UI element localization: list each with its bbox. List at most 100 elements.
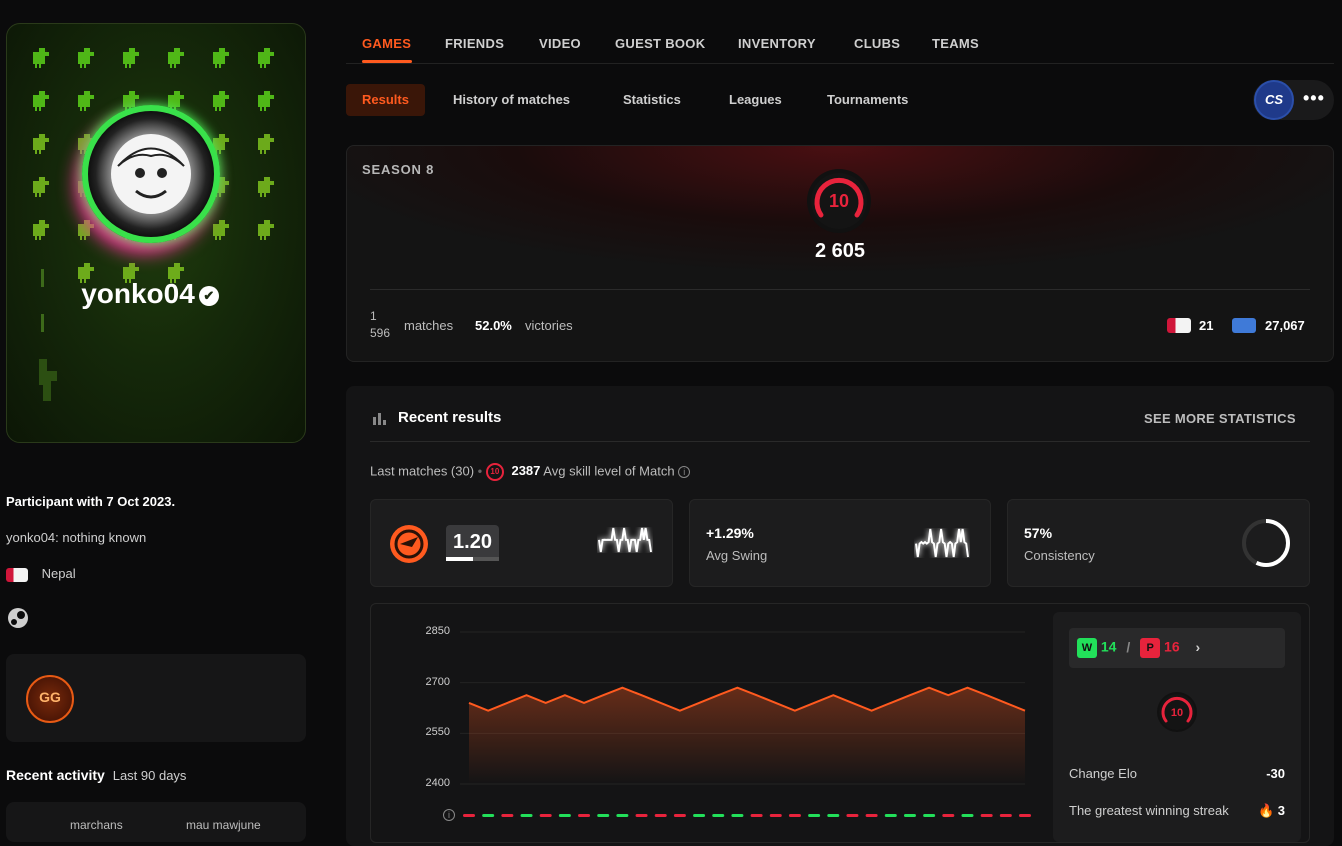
result-win-marker[interactable] [731, 814, 744, 817]
elo-point[interactable] [466, 700, 472, 706]
subtab-history[interactable]: History of matches [437, 84, 586, 116]
result-loss-marker[interactable] [750, 814, 763, 817]
game-logo-text: CS [1264, 92, 1284, 107]
subtab-tournaments[interactable]: Tournaments [811, 84, 924, 116]
subtab-results[interactable]: Results [346, 84, 425, 116]
elo-point[interactable] [1022, 708, 1028, 714]
result-loss-marker[interactable] [463, 814, 475, 817]
elo-point[interactable] [830, 692, 836, 698]
elo-point[interactable] [715, 692, 721, 698]
result-loss-marker[interactable] [578, 814, 591, 817]
elo-point[interactable] [926, 685, 932, 691]
chart-info-icon[interactable]: i [443, 809, 455, 821]
active-tab-indicator [362, 60, 412, 63]
divider [370, 289, 1310, 290]
cs-game-icon[interactable]: CS [1254, 80, 1294, 120]
level-value: 10 [829, 191, 849, 211]
result-win-marker[interactable] [923, 814, 936, 817]
elo-point[interactable] [677, 708, 683, 714]
matches-count: 1 596 [370, 309, 391, 340]
y-tick: 2400 [425, 777, 450, 789]
result-win-marker[interactable] [827, 814, 840, 817]
result-win-marker[interactable] [520, 814, 533, 817]
activity-item[interactable]: marchans [70, 818, 123, 832]
result-loss-marker[interactable] [539, 814, 552, 817]
result-loss-marker[interactable] [865, 814, 878, 817]
last-matches-summary: Last matches (30) • 10 2387 Avg skill le… [370, 463, 691, 481]
elo-point[interactable] [600, 692, 606, 698]
result-win-marker[interactable] [712, 814, 725, 817]
elo-point[interactable] [562, 692, 568, 698]
elo-point[interactable] [792, 708, 798, 714]
result-loss-marker[interactable] [788, 814, 801, 817]
chicken-icon [207, 42, 237, 72]
elo-point[interactable] [773, 700, 779, 706]
result-loss-marker[interactable] [673, 814, 686, 817]
result-loss-marker[interactable] [980, 814, 993, 817]
elo-point[interactable] [658, 700, 664, 706]
elo-point[interactable] [945, 692, 951, 698]
elo-point[interactable] [869, 708, 875, 714]
tab-guest-book[interactable]: GUEST BOOK [615, 36, 705, 51]
gg-badge-icon[interactable]: GG [26, 675, 74, 723]
elo-point[interactable] [504, 700, 510, 706]
subtab-leagues[interactable]: Leagues [713, 84, 798, 116]
win-loss-box[interactable]: W 14 / P 16 › [1069, 628, 1285, 668]
avatar[interactable] [82, 105, 220, 243]
info-icon[interactable]: i [678, 466, 691, 478]
result-loss-marker[interactable] [635, 814, 648, 817]
result-win-marker[interactable] [482, 814, 495, 817]
chicken-icon [162, 42, 192, 72]
result-loss-marker[interactable] [942, 814, 955, 817]
result-win-marker[interactable] [903, 814, 916, 817]
elo-point[interactable] [485, 708, 491, 714]
country-rank-flag-icon [1167, 318, 1191, 333]
recent-results-title: Recent results [398, 409, 502, 426]
see-more-statistics-link[interactable]: SEE MORE STATISTICS [1144, 411, 1296, 426]
losses-count: 16 [1164, 638, 1180, 655]
result-win-marker[interactable] [884, 814, 897, 817]
elo-point[interactable] [639, 692, 645, 698]
elo-point[interactable] [524, 692, 530, 698]
elo-point[interactable] [888, 700, 894, 706]
elo-point[interactable] [696, 700, 702, 706]
elo-point[interactable] [849, 700, 855, 706]
elo-point[interactable] [734, 685, 740, 691]
elo-point[interactable] [984, 692, 990, 698]
chevron-right-icon[interactable]: › [1196, 639, 1201, 655]
result-win-marker[interactable] [808, 814, 821, 817]
elo-point[interactable] [811, 700, 817, 706]
elo-point[interactable] [907, 692, 913, 698]
result-loss-marker[interactable] [501, 814, 514, 817]
result-win-marker[interactable] [616, 814, 629, 817]
result-loss-marker[interactable] [654, 814, 667, 817]
elo-point[interactable] [581, 700, 587, 706]
chicken-icon [252, 42, 282, 72]
subtab-statistics[interactable]: Statistics [607, 84, 697, 116]
recent-activity-heading: Recent activity Last 90 days [6, 767, 186, 783]
elo-point[interactable] [543, 700, 549, 706]
result-win-marker[interactable] [961, 814, 974, 817]
result-loss-marker[interactable] [846, 814, 859, 817]
result-win-marker[interactable] [558, 814, 571, 817]
result-loss-marker[interactable] [769, 814, 782, 817]
tab-clubs[interactable]: CLUBS [854, 36, 900, 51]
tab-inventory[interactable]: INVENTORY [738, 36, 816, 51]
tab-teams[interactable]: TEAMS [932, 36, 979, 51]
elo-point[interactable] [619, 685, 625, 691]
more-options-icon[interactable]: ••• [1303, 88, 1325, 109]
result-loss-marker[interactable] [999, 814, 1012, 817]
result-win-marker[interactable] [693, 814, 706, 817]
gg-badge-text: GG [39, 689, 61, 705]
y-tick: 2550 [425, 726, 450, 738]
elo-point[interactable] [1003, 700, 1009, 706]
result-loss-marker[interactable] [1019, 814, 1031, 817]
activity-item[interactable]: mau mawjune [186, 818, 261, 832]
tab-friends[interactable]: FRIENDS [445, 36, 504, 51]
elo-point[interactable] [754, 692, 760, 698]
elo-point[interactable] [964, 685, 970, 691]
tab-video[interactable]: VIDEO [539, 36, 581, 51]
steam-icon[interactable] [7, 607, 29, 629]
tab-games[interactable]: GAMES [362, 36, 411, 51]
result-win-marker[interactable] [597, 814, 610, 817]
